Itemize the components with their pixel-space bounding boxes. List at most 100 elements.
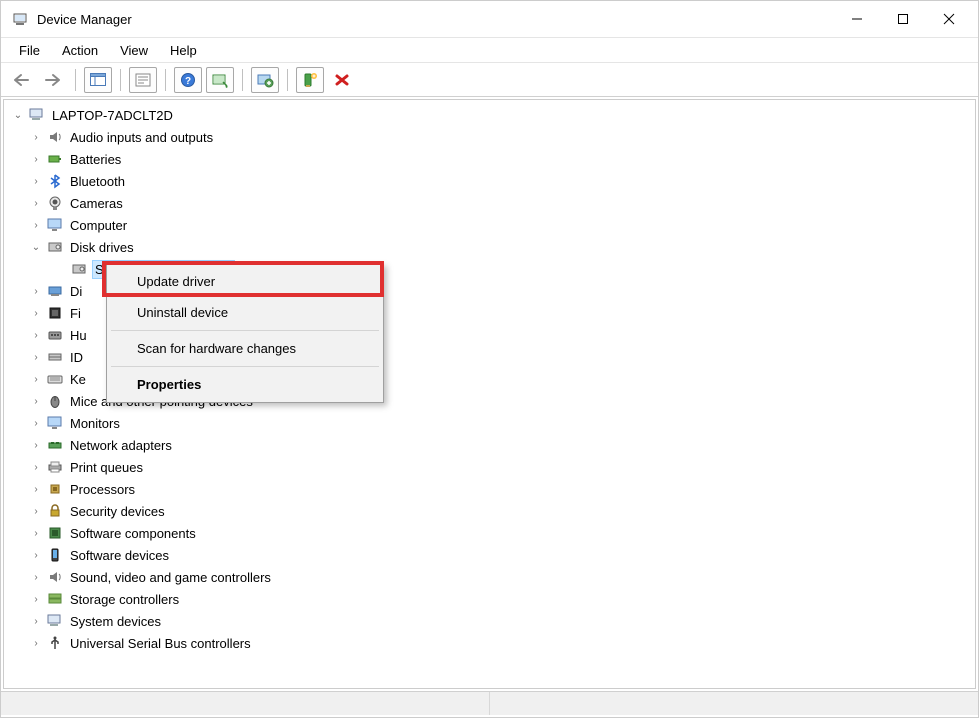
device-tree-panel[interactable]: ⌄ LAPTOP-7ADCLT2D › Audio inputs and out… xyxy=(3,99,976,689)
properties-button[interactable] xyxy=(129,67,157,93)
expand-icon[interactable]: › xyxy=(30,550,42,561)
tree-category-audio[interactable]: › Audio inputs and outputs xyxy=(12,126,975,148)
expand-icon[interactable]: › xyxy=(30,220,42,231)
toolbar-separator xyxy=(120,69,121,91)
context-menu-separator xyxy=(111,366,379,367)
tree-category-network[interactable]: › Network adapters xyxy=(12,434,975,456)
svg-text:?: ? xyxy=(185,76,191,87)
expand-icon[interactable]: › xyxy=(30,528,42,539)
expand-icon[interactable]: › xyxy=(30,484,42,495)
context-menu-separator xyxy=(111,330,379,331)
statusbar xyxy=(1,691,978,715)
tree-category-computer[interactable]: › Computer xyxy=(12,214,975,236)
window-controls xyxy=(834,3,972,35)
collapse-icon[interactable]: ⌄ xyxy=(12,110,24,121)
tree-category-system[interactable]: › System devices xyxy=(12,610,975,632)
context-menu-update-driver[interactable]: Update driver xyxy=(109,266,381,297)
forward-button[interactable] xyxy=(39,67,67,93)
expand-icon[interactable]: › xyxy=(30,154,42,165)
expand-icon[interactable]: › xyxy=(30,132,42,143)
context-menu: Update driver Uninstall device Scan for … xyxy=(106,263,384,403)
tree-category-processors[interactable]: › Processors xyxy=(12,478,975,500)
expand-icon[interactable]: › xyxy=(30,286,42,297)
maximize-button[interactable] xyxy=(880,3,926,35)
tree-category-label: Network adapters xyxy=(68,437,174,454)
expand-icon[interactable]: › xyxy=(30,198,42,209)
tree-category-label: Fi xyxy=(68,305,83,322)
menu-view[interactable]: View xyxy=(110,40,158,61)
expand-icon[interactable]: › xyxy=(30,594,42,605)
expand-icon[interactable]: › xyxy=(30,308,42,319)
context-menu-properties[interactable]: Properties xyxy=(109,369,381,400)
firmware-icon xyxy=(46,304,64,322)
tree-category-software-components[interactable]: › Software components xyxy=(12,522,975,544)
expand-icon[interactable]: › xyxy=(30,638,42,649)
tree-root[interactable]: ⌄ LAPTOP-7ADCLT2D xyxy=(12,104,975,126)
tree-category-print[interactable]: › Print queues xyxy=(12,456,975,478)
uninstall-button[interactable] xyxy=(328,67,356,93)
tree-category-storage[interactable]: › Storage controllers xyxy=(12,588,975,610)
scan-hardware-button[interactable] xyxy=(206,67,234,93)
cpu-icon xyxy=(46,480,64,498)
expand-icon[interactable]: › xyxy=(30,616,42,627)
show-hide-console-button[interactable] xyxy=(84,67,112,93)
tree-category-sound[interactable]: › Sound, video and game controllers xyxy=(12,566,975,588)
close-button[interactable] xyxy=(926,3,972,35)
disk-icon xyxy=(46,238,64,256)
app-icon xyxy=(11,10,29,28)
tree-category-software-devices[interactable]: › Software devices xyxy=(12,544,975,566)
context-menu-scan[interactable]: Scan for hardware changes xyxy=(109,333,381,364)
tree-category-batteries[interactable]: › Batteries xyxy=(12,148,975,170)
keyboard-icon xyxy=(46,370,64,388)
tree-category-disk-drives[interactable]: ⌄ Disk drives xyxy=(12,236,975,258)
toolbar: ? xyxy=(1,63,978,97)
update-driver-button[interactable] xyxy=(251,67,279,93)
tree-category-label: Computer xyxy=(68,217,129,234)
minimize-button[interactable] xyxy=(834,3,880,35)
tree-category-security[interactable]: › Security devices xyxy=(12,500,975,522)
network-icon xyxy=(46,436,64,454)
toolbar-separator xyxy=(75,69,76,91)
computer-icon xyxy=(28,106,46,124)
expand-icon[interactable]: › xyxy=(30,418,42,429)
expand-icon[interactable]: › xyxy=(30,374,42,385)
menu-file[interactable]: File xyxy=(9,40,50,61)
tree-category-label: Monitors xyxy=(68,415,122,432)
tree-category-label: Security devices xyxy=(68,503,167,520)
tree-category-label: Audio inputs and outputs xyxy=(68,129,215,146)
tree-root-label: LAPTOP-7ADCLT2D xyxy=(50,107,175,124)
expand-icon[interactable]: › xyxy=(30,330,42,341)
context-menu-uninstall[interactable]: Uninstall device xyxy=(109,297,381,328)
tree-category-label: Bluetooth xyxy=(68,173,127,190)
expand-icon[interactable]: › xyxy=(30,396,42,407)
window-title: Device Manager xyxy=(37,12,132,27)
tree-category-label: Hu xyxy=(68,327,89,344)
tree-category-label: Cameras xyxy=(68,195,125,212)
system-icon xyxy=(46,612,64,630)
back-button[interactable] xyxy=(7,67,35,93)
toolbar-separator xyxy=(242,69,243,91)
expand-icon[interactable]: › xyxy=(30,352,42,363)
menu-action[interactable]: Action xyxy=(52,40,108,61)
printer-icon xyxy=(46,458,64,476)
expand-icon[interactable]: › xyxy=(30,176,42,187)
expand-icon[interactable]: › xyxy=(30,572,42,583)
camera-icon xyxy=(46,194,64,212)
add-hardware-button[interactable] xyxy=(296,67,324,93)
tree-category-label: Sound, video and game controllers xyxy=(68,569,273,586)
tree-category-bluetooth[interactable]: › Bluetooth xyxy=(12,170,975,192)
help-button[interactable]: ? xyxy=(174,67,202,93)
tree-category-label: Software components xyxy=(68,525,198,542)
monitor-icon xyxy=(46,216,64,234)
component-icon xyxy=(46,524,64,542)
menu-help[interactable]: Help xyxy=(160,40,207,61)
tree-category-usb[interactable]: › Universal Serial Bus controllers xyxy=(12,632,975,654)
ide-icon xyxy=(46,348,64,366)
collapse-icon[interactable]: ⌄ xyxy=(30,242,42,253)
tree-category-monitors[interactable]: › Monitors xyxy=(12,412,975,434)
expand-icon[interactable]: › xyxy=(30,506,42,517)
tree-category-cameras[interactable]: › Cameras xyxy=(12,192,975,214)
hid-icon xyxy=(46,326,64,344)
expand-icon[interactable]: › xyxy=(30,462,42,473)
expand-icon[interactable]: › xyxy=(30,440,42,451)
